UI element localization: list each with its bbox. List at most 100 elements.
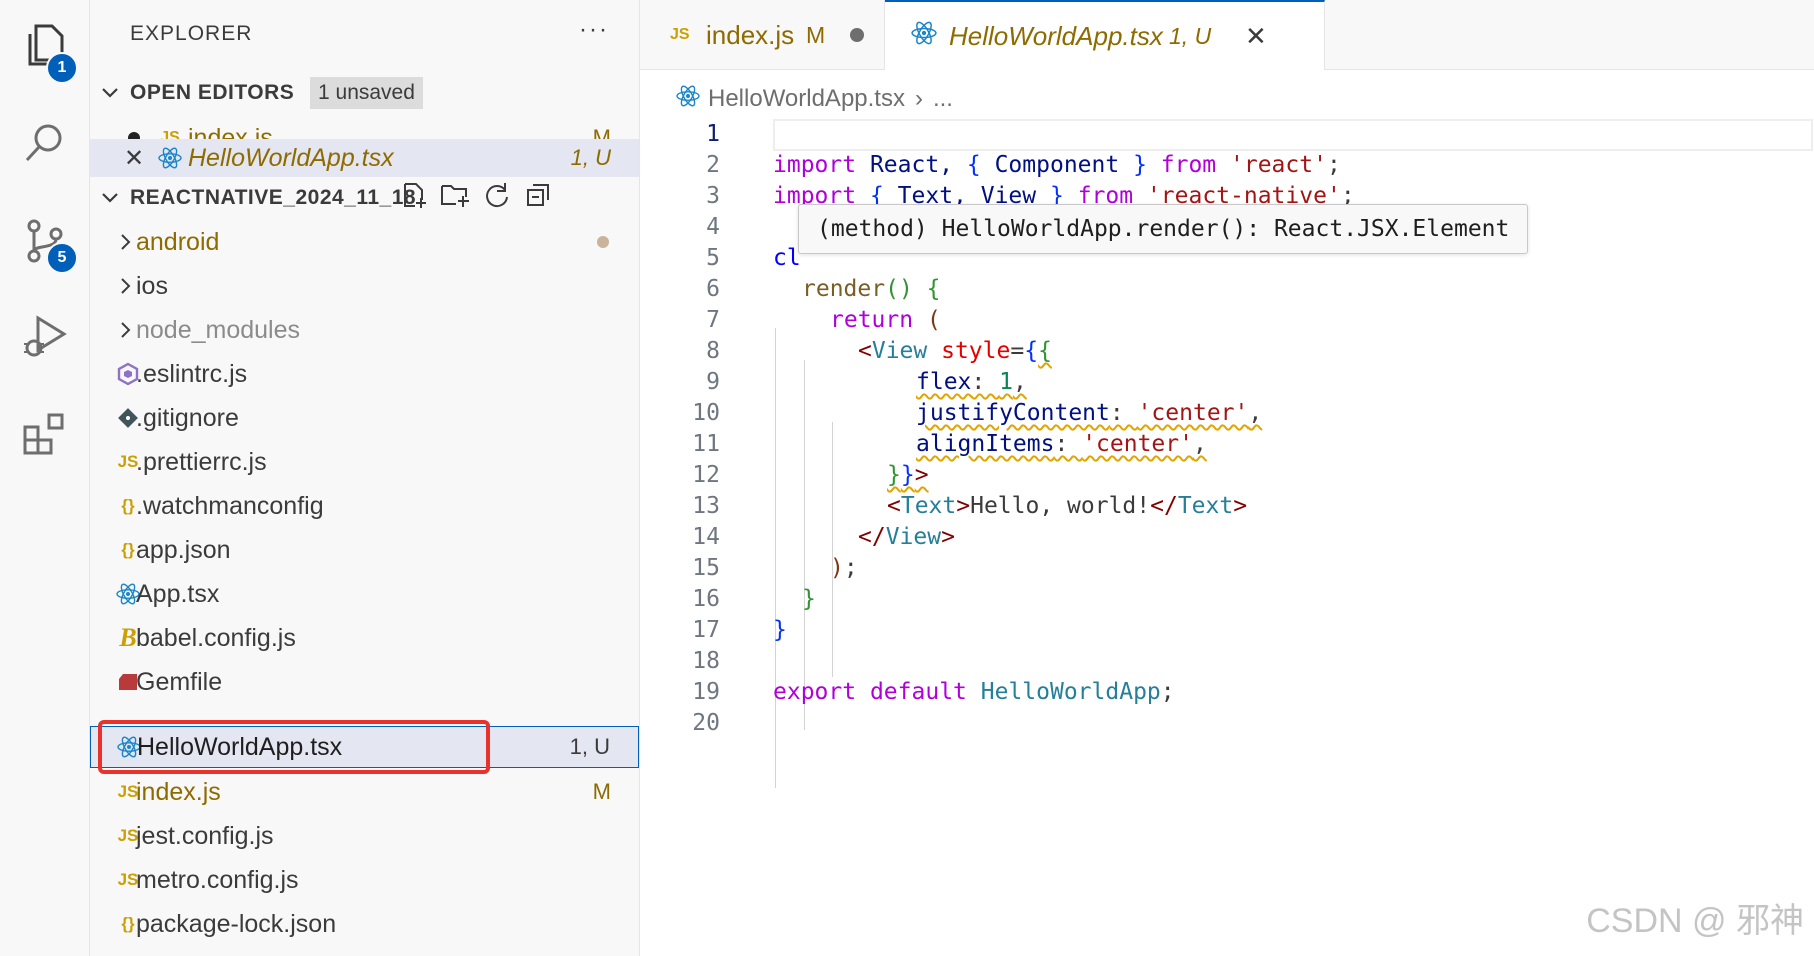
open-editor-name: HelloWorldApp.tsx — [188, 143, 394, 172]
file-name: metro.config.js — [136, 865, 299, 894]
code-line-9: flex: 1, — [916, 369, 1027, 395]
code-line-19: export default HelloWorldApp; — [773, 679, 1175, 705]
file-name: .prettierrc.js — [136, 447, 267, 476]
hover-tooltip: (method) HelloWorldApp.render(): React.J… — [798, 204, 1529, 254]
git-status: M — [592, 779, 611, 804]
code-line-8: <View style={{ — [858, 338, 1052, 364]
folder-item[interactable]: android — [90, 220, 639, 264]
line-number: 10 — [692, 400, 720, 426]
file-item[interactable]: .eslintrc.js — [90, 352, 639, 396]
explorer-title: EXPLORER — [130, 22, 253, 45]
file-name: Gemfile — [136, 667, 223, 696]
code-line-15: ); — [830, 555, 858, 581]
extensions-icon[interactable] — [14, 404, 76, 466]
code-line-7: return ( — [830, 307, 941, 333]
file-item[interactable]: B babel.config.js — [90, 616, 639, 660]
indent-guide — [775, 328, 776, 788]
project-title: REACTNATIVE_2024_11_18 — [130, 186, 417, 209]
file-item[interactable]: .gitignore — [90, 396, 639, 440]
folder-name: node_modules — [136, 315, 301, 344]
indent-guide — [832, 422, 833, 677]
file-item[interactable]: {} .watchmanconfig — [90, 484, 639, 528]
folder-item[interactable]: ios — [90, 264, 639, 308]
more-actions-icon[interactable]: ··· — [579, 16, 609, 44]
breadcrumb-separator: › — [914, 85, 923, 112]
git-status: 1, U — [570, 145, 611, 170]
file-item[interactable]: {} package-lock.json — [90, 902, 639, 946]
run-debug-icon[interactable] — [14, 306, 76, 368]
explorer-sidebar: EXPLORER ··· OPEN EDITORS 1 unsaved JS i… — [90, 0, 640, 956]
line-number: 11 — [692, 431, 720, 457]
file-name: package-lock.json — [136, 909, 337, 938]
react-icon — [676, 84, 700, 115]
line-number: 16 — [692, 586, 720, 612]
line-number: 20 — [692, 710, 720, 736]
line-number: 3 — [706, 183, 720, 209]
file-item[interactable]: Gemfile — [90, 660, 639, 704]
line-number: 2 — [706, 152, 720, 178]
editor-tab-bar: JS index.js M HelloWorldApp.tsx 1, U ✕ — [640, 0, 1814, 71]
line-number: 14 — [692, 524, 720, 550]
search-icon[interactable] — [14, 112, 76, 174]
js-file-icon: JS — [670, 26, 690, 43]
tab-status: M — [806, 21, 826, 48]
breadcrumb-file[interactable]: HelloWorldApp.tsx — [708, 85, 905, 113]
close-icon[interactable]: ✕ — [124, 144, 144, 173]
new-folder-icon[interactable] — [440, 181, 470, 216]
chevron-right-icon — [116, 276, 136, 296]
new-file-icon[interactable] — [400, 181, 428, 216]
scm-badge: 5 — [46, 242, 78, 274]
file-item[interactable]: App.tsx — [90, 572, 639, 616]
react-icon — [156, 144, 184, 172]
tab-index-js[interactable]: JS index.js M — [640, 0, 885, 70]
code-editor[interactable]: HelloWorldApp.tsx › ... 1 2 3 4 5 6 7 8 9 10 11 12 1… — [640, 70, 1814, 956]
chevron-right-icon — [116, 320, 136, 340]
line-number: 5 — [706, 245, 720, 271]
open-editors-header[interactable]: OPEN EDITORS 1 unsaved — [90, 71, 639, 115]
file-name: index.js — [136, 777, 221, 806]
current-line-highlight — [773, 119, 1813, 151]
source-control-icon[interactable]: 5 — [14, 210, 78, 274]
open-editor-item-active[interactable]: ✕ HelloWorldApp.tsx 1, U — [90, 139, 639, 177]
tab-label: index.js — [706, 19, 795, 50]
file-item[interactable]: {} app.json — [90, 528, 639, 572]
file-name: App.tsx — [136, 579, 220, 608]
chevron-down-icon — [100, 83, 120, 103]
chevron-down-icon — [100, 188, 120, 208]
tab-helloworldapp[interactable]: HelloWorldApp.tsx 1, U ✕ — [885, 0, 1325, 71]
code-line-14: </View> — [858, 524, 955, 550]
react-icon — [911, 20, 937, 53]
line-number: 17 — [692, 617, 720, 643]
file-item[interactable]: JS .prettierrc.js — [90, 440, 639, 484]
watermark: CSDN @ 邪神 — [1586, 902, 1804, 940]
code-line-12: }}> — [887, 462, 929, 488]
code-line-16: } — [802, 586, 816, 612]
code-line-11: alignItems: 'center', — [916, 431, 1207, 457]
file-item[interactable]: JS metro.config.js — [90, 858, 639, 902]
collapse-all-icon[interactable] — [524, 181, 552, 216]
highlight-box — [98, 720, 490, 774]
file-item[interactable]: JS index.js M — [90, 770, 639, 814]
line-number: 7 — [706, 307, 720, 333]
explorer-icon[interactable]: 1 — [14, 14, 78, 84]
tab-label: HelloWorldApp.tsx — [949, 21, 1163, 51]
line-number: 13 — [692, 493, 720, 519]
file-name: .watchmanconfig — [136, 491, 324, 520]
close-icon[interactable]: ✕ — [1245, 21, 1267, 52]
code-line-13: <Text>Hello, world!</Text> — [887, 493, 1248, 519]
project-header[interactable]: REACTNATIVE_2024_11_18 — [90, 176, 639, 220]
line-number: 1 — [706, 121, 720, 147]
code-line-2: import React, { Component } from 'react'… — [773, 152, 1341, 178]
dirty-dot-icon[interactable] — [850, 28, 864, 42]
chevron-right-icon — [116, 232, 136, 252]
refresh-icon[interactable] — [483, 181, 511, 216]
file-item[interactable]: JS jest.config.js — [90, 814, 639, 858]
folder-item[interactable]: node_modules — [90, 308, 639, 352]
breadcrumb: HelloWorldApp.tsx › ... — [676, 82, 953, 116]
folder-name: android — [136, 227, 220, 256]
breadcrumb-more[interactable]: ... — [933, 85, 953, 113]
line-number: 15 — [692, 555, 720, 581]
file-name: babel.config.js — [136, 623, 296, 652]
file-name: .eslintrc.js — [136, 359, 248, 388]
file-name: app.json — [136, 535, 231, 564]
